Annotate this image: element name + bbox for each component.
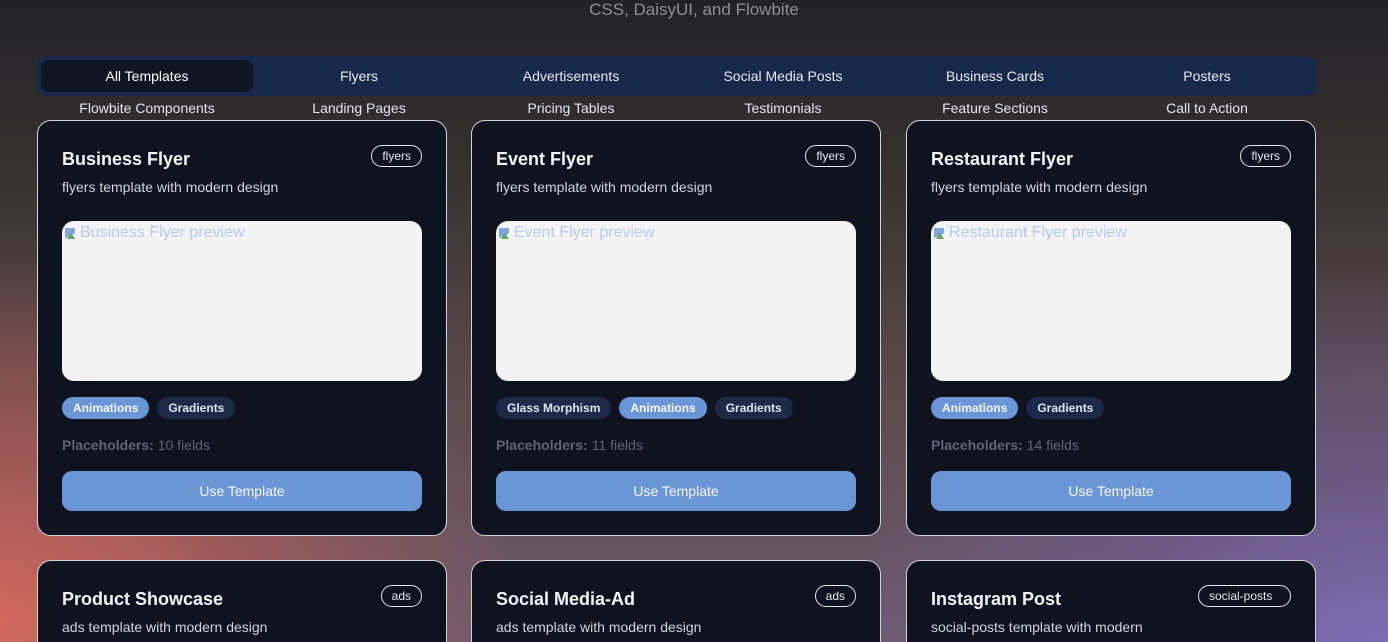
feature-tags: Glass Morphism Animations Gradients [496, 397, 793, 419]
preview-alt-text: Business Flyer preview [80, 224, 245, 241]
tab-business-cards[interactable]: Business Cards [889, 60, 1101, 92]
placeholders-label: Placeholders: [496, 437, 588, 453]
template-card: Product Showcase ads ads template with m… [37, 560, 447, 642]
feature-tags: Animations Gradients [931, 397, 1105, 419]
feature-tag: Animations [619, 397, 707, 419]
category-badge: flyers [805, 145, 856, 167]
template-card: Event Flyer flyers flyers template with … [471, 120, 881, 536]
template-card: Social Media-Ad ads ads template with mo… [471, 560, 881, 642]
category-tabs: All Templates Flyers Advertisements Soci… [37, 56, 1317, 96]
use-template-button[interactable]: Use Template [62, 471, 422, 511]
template-preview-image: Restaurant Flyer preview [931, 221, 1291, 381]
feature-tags: Animations Gradients [62, 397, 236, 419]
feature-tag: Animations [62, 397, 150, 419]
placeholders-value: 11 fields [591, 437, 643, 453]
card-title: Social Media-Ad [496, 589, 636, 609]
tab-flowbite-components[interactable]: Flowbite Components [41, 98, 253, 118]
category-badge: flyers [371, 145, 422, 167]
card-description: flyers template with modern design [62, 179, 279, 195]
preview-alt-text: Restaurant Flyer preview [949, 224, 1127, 241]
tab-feature-sections[interactable]: Feature Sections [889, 98, 1101, 118]
tab-all-templates[interactable]: All Templates [41, 60, 253, 92]
broken-image-icon [933, 226, 947, 240]
feature-tag: Animations [931, 397, 1019, 419]
template-card: Restaurant Flyer flyers flyers template … [906, 120, 1316, 536]
card-title: Restaurant Flyer [931, 149, 1074, 169]
feature-tag: Gradients [714, 397, 793, 419]
placeholders-label: Placeholders: [931, 437, 1023, 453]
placeholders-count: Placeholders: 11 fields [496, 437, 643, 453]
page-subtitle: CSS, DaisyUI, and Flowbite [589, 0, 799, 19]
broken-image-icon [64, 226, 78, 240]
card-description: social-posts template with modern [931, 619, 1143, 635]
tab-flyers[interactable]: Flyers [253, 60, 465, 92]
tab-advertisements[interactable]: Advertisements [465, 60, 677, 92]
template-card: Business Flyer flyers flyers template wi… [37, 120, 447, 536]
placeholders-count: Placeholders: 14 fields [931, 437, 1079, 453]
tab-testimonials[interactable]: Testimonials [677, 98, 889, 118]
template-card: Instagram Post social-posts social-posts… [906, 560, 1316, 642]
tab-social-media-posts[interactable]: Social Media Posts [677, 60, 889, 92]
tab-posters[interactable]: Posters [1101, 60, 1313, 92]
card-title: Event Flyer [496, 149, 594, 169]
use-template-button[interactable]: Use Template [496, 471, 856, 511]
feature-tag: Gradients [157, 397, 236, 419]
card-description: ads template with modern design [62, 619, 268, 635]
use-template-button[interactable]: Use Template [931, 471, 1291, 511]
feature-tag: Glass Morphism [496, 397, 612, 419]
placeholders-value: 10 fields [157, 437, 210, 453]
category-badge: ads [814, 585, 856, 607]
subcategory-tabs: Flowbite Components Landing Pages Pricin… [41, 98, 1313, 118]
template-preview-image: Event Flyer preview [496, 221, 856, 381]
card-description: ads template with modern design [496, 619, 702, 635]
preview-alt-text: Event Flyer preview [514, 224, 655, 241]
broken-image-icon [498, 226, 512, 240]
category-badge: social-posts [1198, 585, 1291, 607]
placeholders-value: 14 fields [1026, 437, 1079, 453]
feature-tag: Gradients [1026, 397, 1105, 419]
tab-landing-pages[interactable]: Landing Pages [253, 98, 465, 118]
card-title: Product Showcase [62, 589, 224, 609]
card-description: flyers template with modern design [496, 179, 713, 195]
tab-pricing-tables[interactable]: Pricing Tables [465, 98, 677, 118]
card-title: Business Flyer [62, 149, 191, 169]
category-badge: ads [380, 585, 422, 607]
template-preview-image: Business Flyer preview [62, 221, 422, 381]
tab-call-to-action[interactable]: Call to Action [1101, 98, 1313, 118]
placeholders-label: Placeholders: [62, 437, 154, 453]
placeholders-count: Placeholders: 10 fields [62, 437, 210, 453]
category-badge: flyers [1240, 145, 1291, 167]
card-title: Instagram Post [931, 589, 1062, 609]
card-description: flyers template with modern design [931, 179, 1148, 195]
